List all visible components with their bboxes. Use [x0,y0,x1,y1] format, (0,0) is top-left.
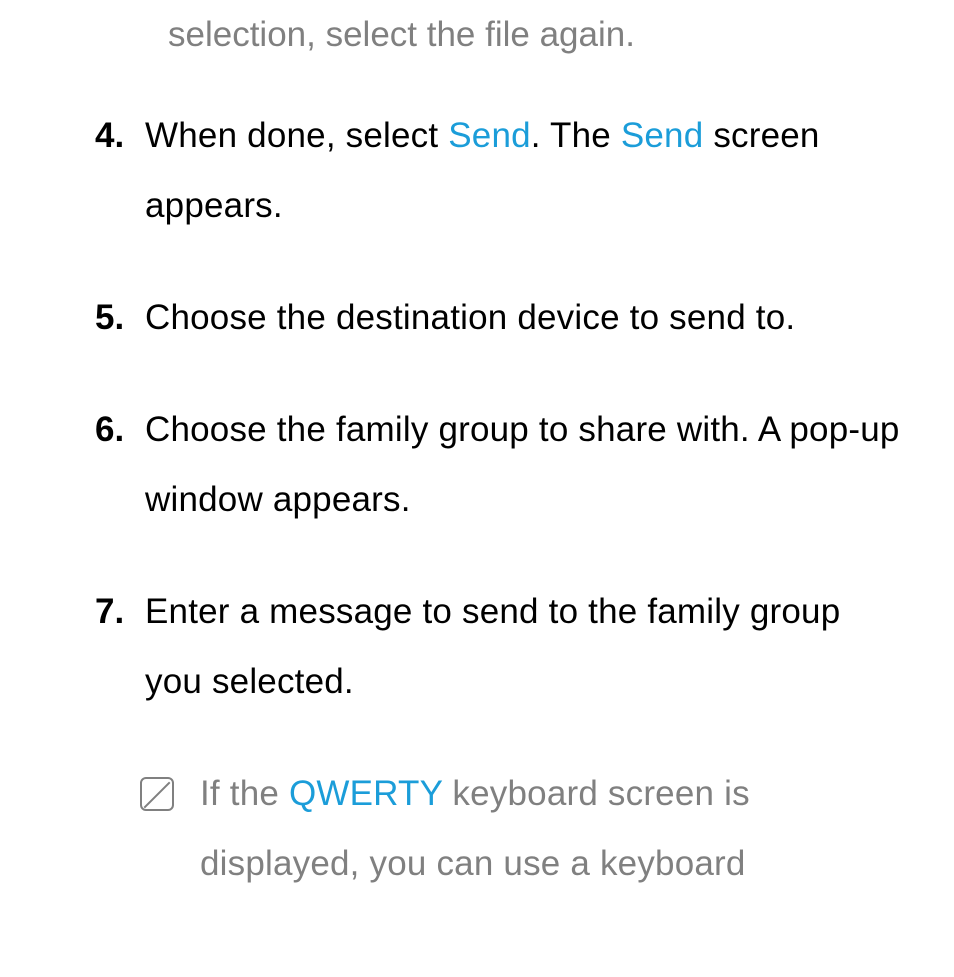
instruction-list: 4.When done, select Send. The Send scree… [0,101,954,717]
note-row: If the QWERTY keyboard screen is display… [0,759,954,899]
list-number: 6. [95,395,145,535]
text-part: Choose the family group to share with. A… [145,410,900,519]
note-icon-wrap [140,759,200,899]
list-number: 5. [95,283,145,353]
highlight-term: Send [621,116,704,155]
list-body: Choose the family group to share with. A… [145,395,954,535]
text-part: . The [531,116,621,155]
list-number: 4. [95,101,145,241]
list-item: 4.When done, select Send. The Send scree… [0,101,954,241]
list-item: 7.Enter a message to send to the family … [0,577,954,717]
list-body: Enter a message to send to the family gr… [145,577,954,717]
highlight-term: Send [448,116,531,155]
list-body: Choose the destination device to send to… [145,283,954,353]
note-body: If the QWERTY keyboard screen is display… [200,759,954,899]
list-number: 7. [95,577,145,717]
text-part: Choose the destination device to send to… [145,298,795,337]
text-part: Enter a message to send to the family gr… [145,592,840,701]
note-icon [140,777,174,811]
highlight-term: QWERTY [289,774,443,813]
continuation-text: selection, select the file again. [168,10,954,59]
list-item: 6.Choose the family group to share with.… [0,395,954,535]
list-item: 5.Choose the destination device to send … [0,283,954,353]
text-part: When done, select [145,116,448,155]
text-part: If the [200,774,289,813]
list-body: When done, select Send. The Send screen … [145,101,954,241]
